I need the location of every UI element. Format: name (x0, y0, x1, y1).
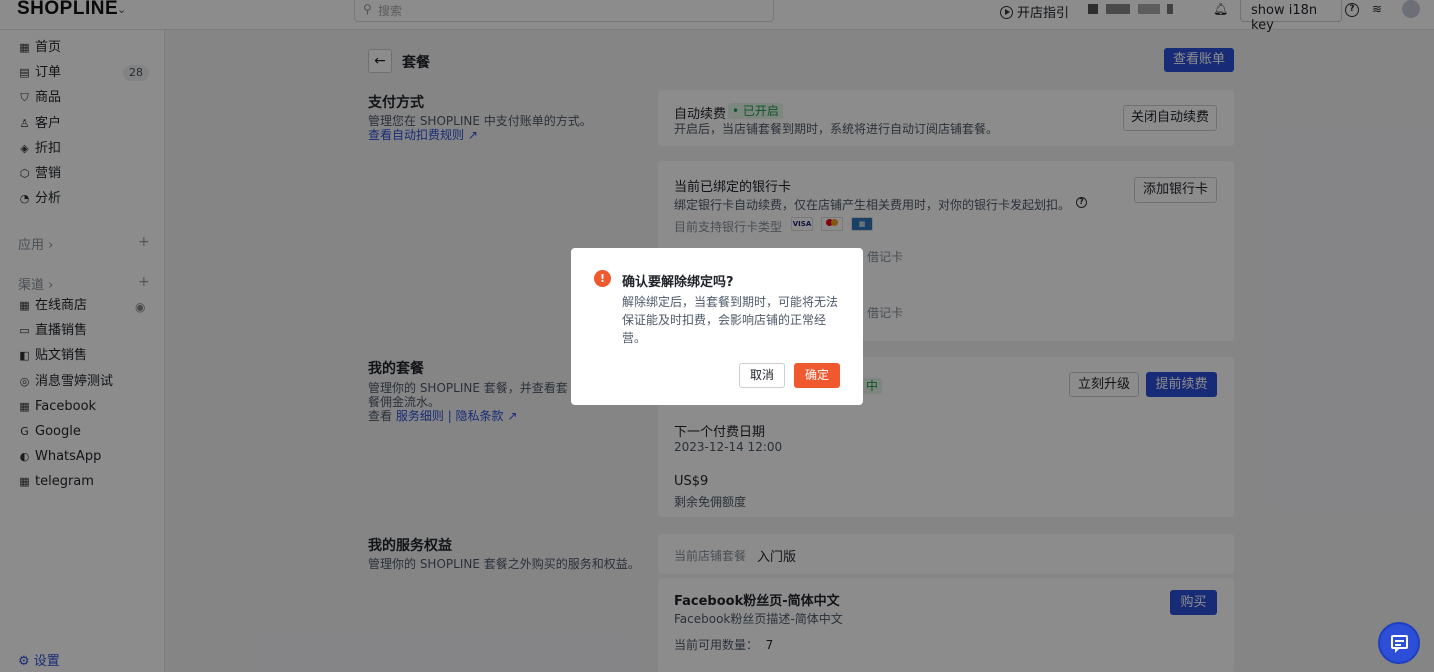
warning-icon: ! (594, 270, 611, 287)
cancel-button[interactable]: 取消 (739, 363, 785, 388)
confirm-unbind-dialog: ! 确认要解除绑定吗? 解除绑定后，当套餐到期时，可能将无法保证能及时扣费，会影… (571, 248, 863, 405)
confirm-button[interactable]: 确定 (794, 363, 840, 388)
dialog-body: 解除绑定后，当套餐到期时，可能将无法保证能及时扣费，会影响店铺的正常经营。 (622, 295, 839, 345)
chat-support-button[interactable] (1378, 622, 1420, 664)
dialog-title: 确认要解除绑定吗? (622, 275, 734, 290)
chat-icon (1391, 635, 1408, 653)
